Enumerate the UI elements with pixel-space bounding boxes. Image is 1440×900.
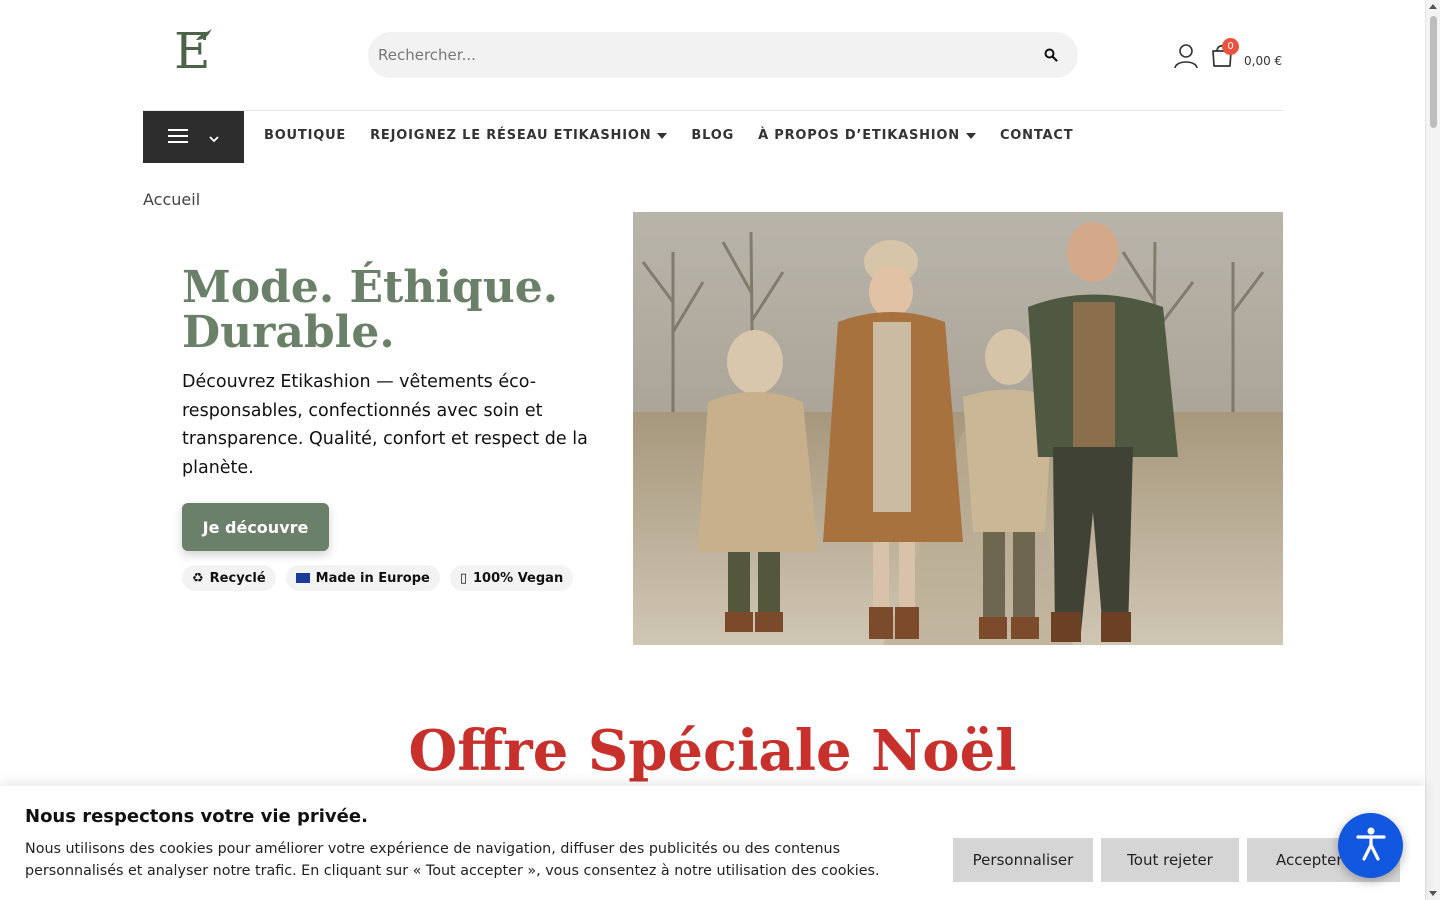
hero-family-photo	[633, 212, 1283, 645]
nav-label: BOUTIQUE	[264, 128, 347, 143]
tag-label: Made in Europe	[315, 570, 430, 586]
recycle-icon: ♻	[192, 570, 204, 586]
nav-item-blog[interactable]: BLOG	[691, 128, 734, 143]
nav-label: CONTACT	[999, 128, 1074, 143]
caret-down-icon	[965, 132, 976, 139]
search-bar	[368, 32, 1078, 78]
title-regular: Offre Spéciale	[408, 718, 852, 784]
account-icon[interactable]	[1173, 43, 1199, 69]
category-menu-button[interactable]	[143, 111, 244, 163]
page-scrollbar[interactable]	[1425, 0, 1440, 900]
logo[interactable]: E	[172, 22, 214, 80]
hamburger-icon	[167, 128, 188, 147]
nav-label: À PROPOS D’ETIKASHION	[758, 128, 960, 143]
eu-flag-icon	[295, 573, 310, 583]
scroll-up-arrow-icon[interactable]	[1429, 4, 1437, 9]
tag-label: 100% Vegan	[473, 570, 564, 586]
nav-label: BLOG	[691, 128, 735, 143]
leaf-icon: ▯	[459, 570, 468, 586]
header-divider	[143, 110, 1283, 111]
tag-label: Recyclé	[209, 570, 266, 586]
caret-down-icon	[657, 132, 668, 139]
nav-item-boutique[interactable]: BOUTIQUE	[264, 128, 346, 143]
accessibility-icon	[1355, 827, 1386, 865]
discover-button[interactable]: Je découvre	[182, 503, 329, 551]
search-input[interactable]	[378, 46, 1044, 64]
tag-vegan: ▯ 100% Vegan	[449, 565, 574, 591]
hero-title: Mode. Éthique. Durable.	[182, 262, 559, 358]
tag-made-in-europe: Made in Europe	[285, 565, 440, 591]
chevron-down-icon	[209, 128, 219, 147]
search-icon[interactable]	[1044, 48, 1058, 62]
hero-description: Découvrez Etikashion — vêtements éco-res…	[182, 372, 588, 479]
tag-recycled: ♻ Recyclé	[182, 565, 276, 591]
reject-all-button[interactable]: Tout rejeter	[1101, 838, 1239, 882]
nav-label: REJOIGNEZ LE RÉSEAU ETIKASHION	[370, 128, 652, 143]
cookie-banner: Nous respectons votre vie privée. Nous u…	[0, 786, 1425, 900]
cart-total[interactable]: 0,00 €	[1244, 54, 1282, 68]
title-bold: Noël	[871, 718, 1017, 784]
cookie-text: Nous utilisons des cookies pour améliore…	[25, 841, 880, 879]
scroll-thumb[interactable]	[1430, 16, 1437, 128]
nav-item-rejoignez[interactable]: REJOIGNEZ LE RÉSEAU ETIKASHION	[370, 128, 668, 143]
nav-item-contact[interactable]: CONTACT	[1000, 128, 1073, 143]
customize-button[interactable]: Personnaliser	[953, 838, 1093, 882]
main-nav: BOUTIQUE REJOIGNEZ LE RÉSEAU ETIKASHION …	[264, 128, 1073, 143]
feature-tags: ♻ Recyclé Made in Europe ▯ 100% Vegan	[182, 565, 574, 591]
scroll-down-arrow-icon[interactable]	[1429, 891, 1437, 896]
cookie-title: Nous respectons votre vie privée.	[25, 806, 368, 827]
accessibility-button[interactable]	[1338, 813, 1403, 878]
christmas-offer-title: Offre Spéciale Noël	[0, 718, 1425, 784]
svg-text:E: E	[174, 24, 211, 74]
nav-item-a-propos[interactable]: À PROPOS D’ETIKASHION	[758, 128, 976, 143]
cart-count-badge: 0	[1222, 38, 1239, 55]
breadcrumb[interactable]: Accueil	[143, 190, 200, 209]
